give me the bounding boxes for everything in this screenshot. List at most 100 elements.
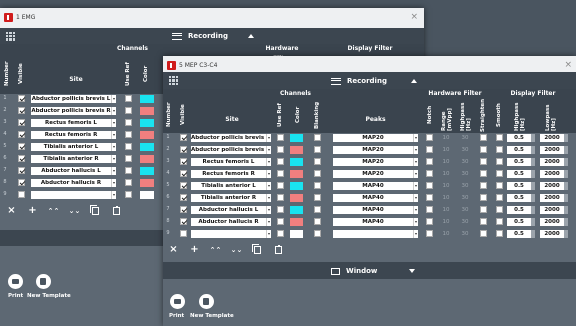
- display-highpass-field[interactable]: 0.5: [507, 133, 531, 142]
- visible-checkbox[interactable]: [180, 182, 187, 189]
- hw-highpass-value[interactable]: 30: [457, 182, 473, 190]
- peaks-dropdown-icon[interactable]: [413, 193, 418, 202]
- print-label[interactable]: Print: [8, 293, 23, 299]
- site-field[interactable]: Tibialis anterior R: [31, 154, 111, 163]
- print-icon[interactable]: [8, 274, 23, 289]
- display-lowpass-spinner[interactable]: [564, 229, 568, 238]
- site-dropdown-icon[interactable]: [266, 169, 271, 178]
- visible-checkbox[interactable]: [18, 167, 25, 174]
- blanking-checkbox[interactable]: [314, 170, 321, 177]
- peaks-dropdown-icon[interactable]: [413, 229, 418, 238]
- header-use-ref[interactable]: Use Ref: [276, 99, 284, 131]
- display-lowpass-field[interactable]: 2000: [540, 133, 564, 142]
- delete-row-icon[interactable]: ×: [168, 244, 179, 255]
- header-site[interactable]: Site: [32, 76, 120, 83]
- display-lowpass-field[interactable]: 2000: [540, 205, 564, 214]
- notch-checkbox[interactable]: [426, 146, 433, 153]
- display-lowpass-spinner[interactable]: [564, 133, 568, 142]
- header-visible[interactable]: Visible: [179, 99, 187, 131]
- site-field[interactable]: [191, 229, 266, 238]
- smooth-checkbox[interactable]: [496, 158, 503, 165]
- new-template-label[interactable]: New Template: [190, 313, 234, 319]
- site-field[interactable]: Rectus femoris R: [191, 169, 266, 178]
- smooth-checkbox[interactable]: [496, 170, 503, 177]
- site-dropdown-icon[interactable]: [111, 166, 116, 175]
- display-lowpass-spinner[interactable]: [564, 205, 568, 214]
- use-ref-checkbox[interactable]: [125, 179, 132, 186]
- header-notch[interactable]: Notch: [426, 99, 434, 131]
- hw-highpass-value[interactable]: 30: [457, 230, 473, 238]
- site-dropdown-icon[interactable]: [266, 133, 271, 142]
- header-blanking[interactable]: Blanking: [313, 99, 321, 131]
- print-label[interactable]: Print: [169, 313, 184, 319]
- smooth-checkbox[interactable]: [496, 146, 503, 153]
- blanking-checkbox[interactable]: [314, 194, 321, 201]
- header-site[interactable]: Site: [191, 116, 273, 123]
- smooth-checkbox[interactable]: [496, 182, 503, 189]
- site-field[interactable]: Tibialis anterior L: [191, 181, 266, 190]
- add-row-icon[interactable]: +: [189, 244, 200, 255]
- display-highpass-spinner[interactable]: [531, 193, 535, 202]
- copy-icon[interactable]: [252, 243, 263, 255]
- site-dropdown-icon[interactable]: [266, 181, 271, 190]
- use-ref-checkbox[interactable]: [125, 119, 132, 126]
- display-lowpass-field[interactable]: 2000: [540, 229, 564, 238]
- notch-checkbox[interactable]: [426, 194, 433, 201]
- site-field[interactable]: Abductor hallucis L: [191, 205, 266, 214]
- color-swatch[interactable]: [290, 229, 303, 238]
- color-swatch[interactable]: [290, 145, 303, 154]
- header-hw-highpass[interactable]: Highpass [Hz]: [459, 99, 473, 131]
- paste-icon[interactable]: [273, 244, 284, 255]
- range-value[interactable]: 10: [438, 182, 454, 190]
- color-swatch[interactable]: [290, 205, 303, 214]
- use-ref-checkbox[interactable]: [125, 131, 132, 138]
- new-template-label[interactable]: New Template: [27, 293, 71, 299]
- smooth-checkbox[interactable]: [496, 230, 503, 237]
- site-field[interactable]: Abductor pollicis brevis L: [31, 94, 111, 103]
- display-highpass-spinner[interactable]: [531, 157, 535, 166]
- new-template-icon[interactable]: [199, 294, 214, 309]
- display-highpass-field[interactable]: 0.5: [507, 217, 531, 226]
- visible-checkbox[interactable]: [180, 218, 187, 225]
- color-swatch[interactable]: [290, 169, 303, 178]
- color-swatch[interactable]: [290, 133, 303, 142]
- delete-row-icon[interactable]: ×: [6, 205, 17, 216]
- straighten-checkbox[interactable]: [480, 146, 487, 153]
- range-value[interactable]: 10: [438, 194, 454, 202]
- peaks-field[interactable]: MAP40: [333, 193, 413, 202]
- site-dropdown-icon[interactable]: [111, 190, 116, 199]
- peaks-dropdown-icon[interactable]: [413, 133, 418, 142]
- hw-highpass-value[interactable]: 30: [457, 170, 473, 178]
- blanking-checkbox[interactable]: [314, 158, 321, 165]
- move-up-icon[interactable]: ⌃⌃: [48, 205, 60, 216]
- use-ref-checkbox[interactable]: [277, 134, 284, 141]
- move-down-icon[interactable]: ⌄⌄: [231, 244, 243, 255]
- visible-checkbox[interactable]: [18, 95, 25, 102]
- smooth-checkbox[interactable]: [496, 206, 503, 213]
- site-field[interactable]: Abductor pollicis brevis L: [191, 133, 266, 142]
- notch-checkbox[interactable]: [426, 134, 433, 141]
- color-swatch[interactable]: [140, 166, 154, 175]
- header-color[interactable]: Color: [294, 99, 302, 131]
- visible-checkbox[interactable]: [180, 170, 187, 177]
- copy-icon[interactable]: [90, 204, 101, 216]
- hw-highpass-value[interactable]: 30: [457, 134, 473, 142]
- peaks-field[interactable]: MAP20: [333, 157, 413, 166]
- site-dropdown-icon[interactable]: [111, 142, 116, 151]
- display-highpass-field[interactable]: 0.5: [507, 229, 531, 238]
- site-dropdown-icon[interactable]: [111, 154, 116, 163]
- peaks-dropdown-icon[interactable]: [413, 217, 418, 226]
- move-up-icon[interactable]: ⌃⌃: [210, 244, 222, 255]
- visible-checkbox[interactable]: [18, 179, 25, 186]
- use-ref-checkbox[interactable]: [277, 182, 284, 189]
- header-display-highpass[interactable]: Highpass [Hz]: [513, 99, 527, 131]
- header-straighten[interactable]: Straighten: [479, 98, 487, 131]
- hw-highpass-value[interactable]: 30: [457, 194, 473, 202]
- blanking-checkbox[interactable]: [314, 182, 321, 189]
- smooth-checkbox[interactable]: [496, 194, 503, 201]
- site-field[interactable]: Rectus femoris R: [31, 130, 111, 139]
- straighten-checkbox[interactable]: [480, 134, 487, 141]
- site-dropdown-icon[interactable]: [266, 157, 271, 166]
- use-ref-checkbox[interactable]: [125, 143, 132, 150]
- site-field[interactable]: Rectus femoris L: [191, 157, 266, 166]
